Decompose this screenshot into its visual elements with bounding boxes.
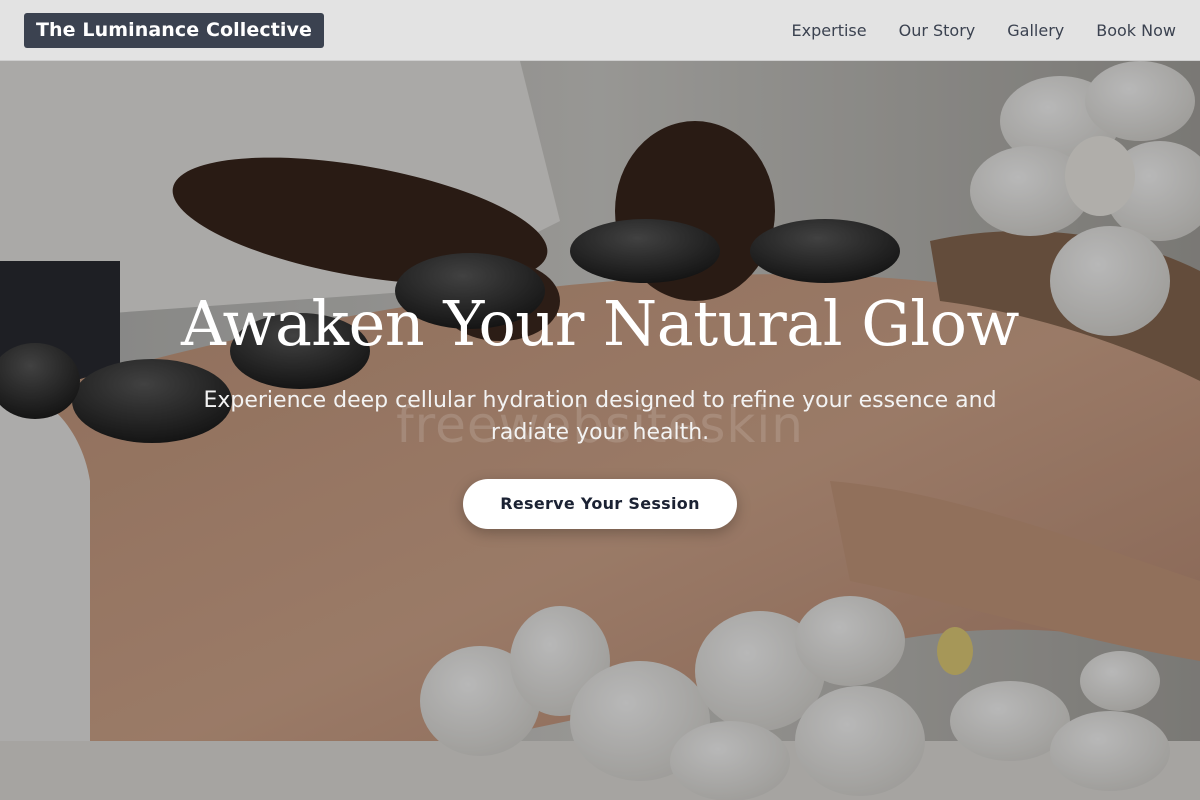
nav-link-book-now[interactable]: Book Now — [1096, 21, 1176, 40]
brand-logo[interactable]: The Luminance Collective — [24, 12, 325, 48]
main-nav: Expertise Our Story Gallery Book Now — [792, 21, 1176, 40]
nav-link-our-story[interactable]: Our Story — [899, 21, 976, 40]
hero-section: freewebsiteskin Awaken Your Natural Glow… — [0, 61, 1200, 800]
hero-title: Awaken Your Natural Glow — [180, 287, 1020, 360]
hero-subtitle: Experience deep cellular hydration desig… — [203, 388, 997, 445]
nav-link-gallery[interactable]: Gallery — [1007, 21, 1064, 40]
hero-content: Awaken Your Natural Glow Experience deep… — [0, 283, 1200, 529]
site-header: The Luminance Collective Expertise Our S… — [0, 0, 1200, 61]
nav-link-expertise[interactable]: Expertise — [792, 21, 867, 40]
reserve-session-button[interactable]: Reserve Your Session — [463, 479, 737, 529]
